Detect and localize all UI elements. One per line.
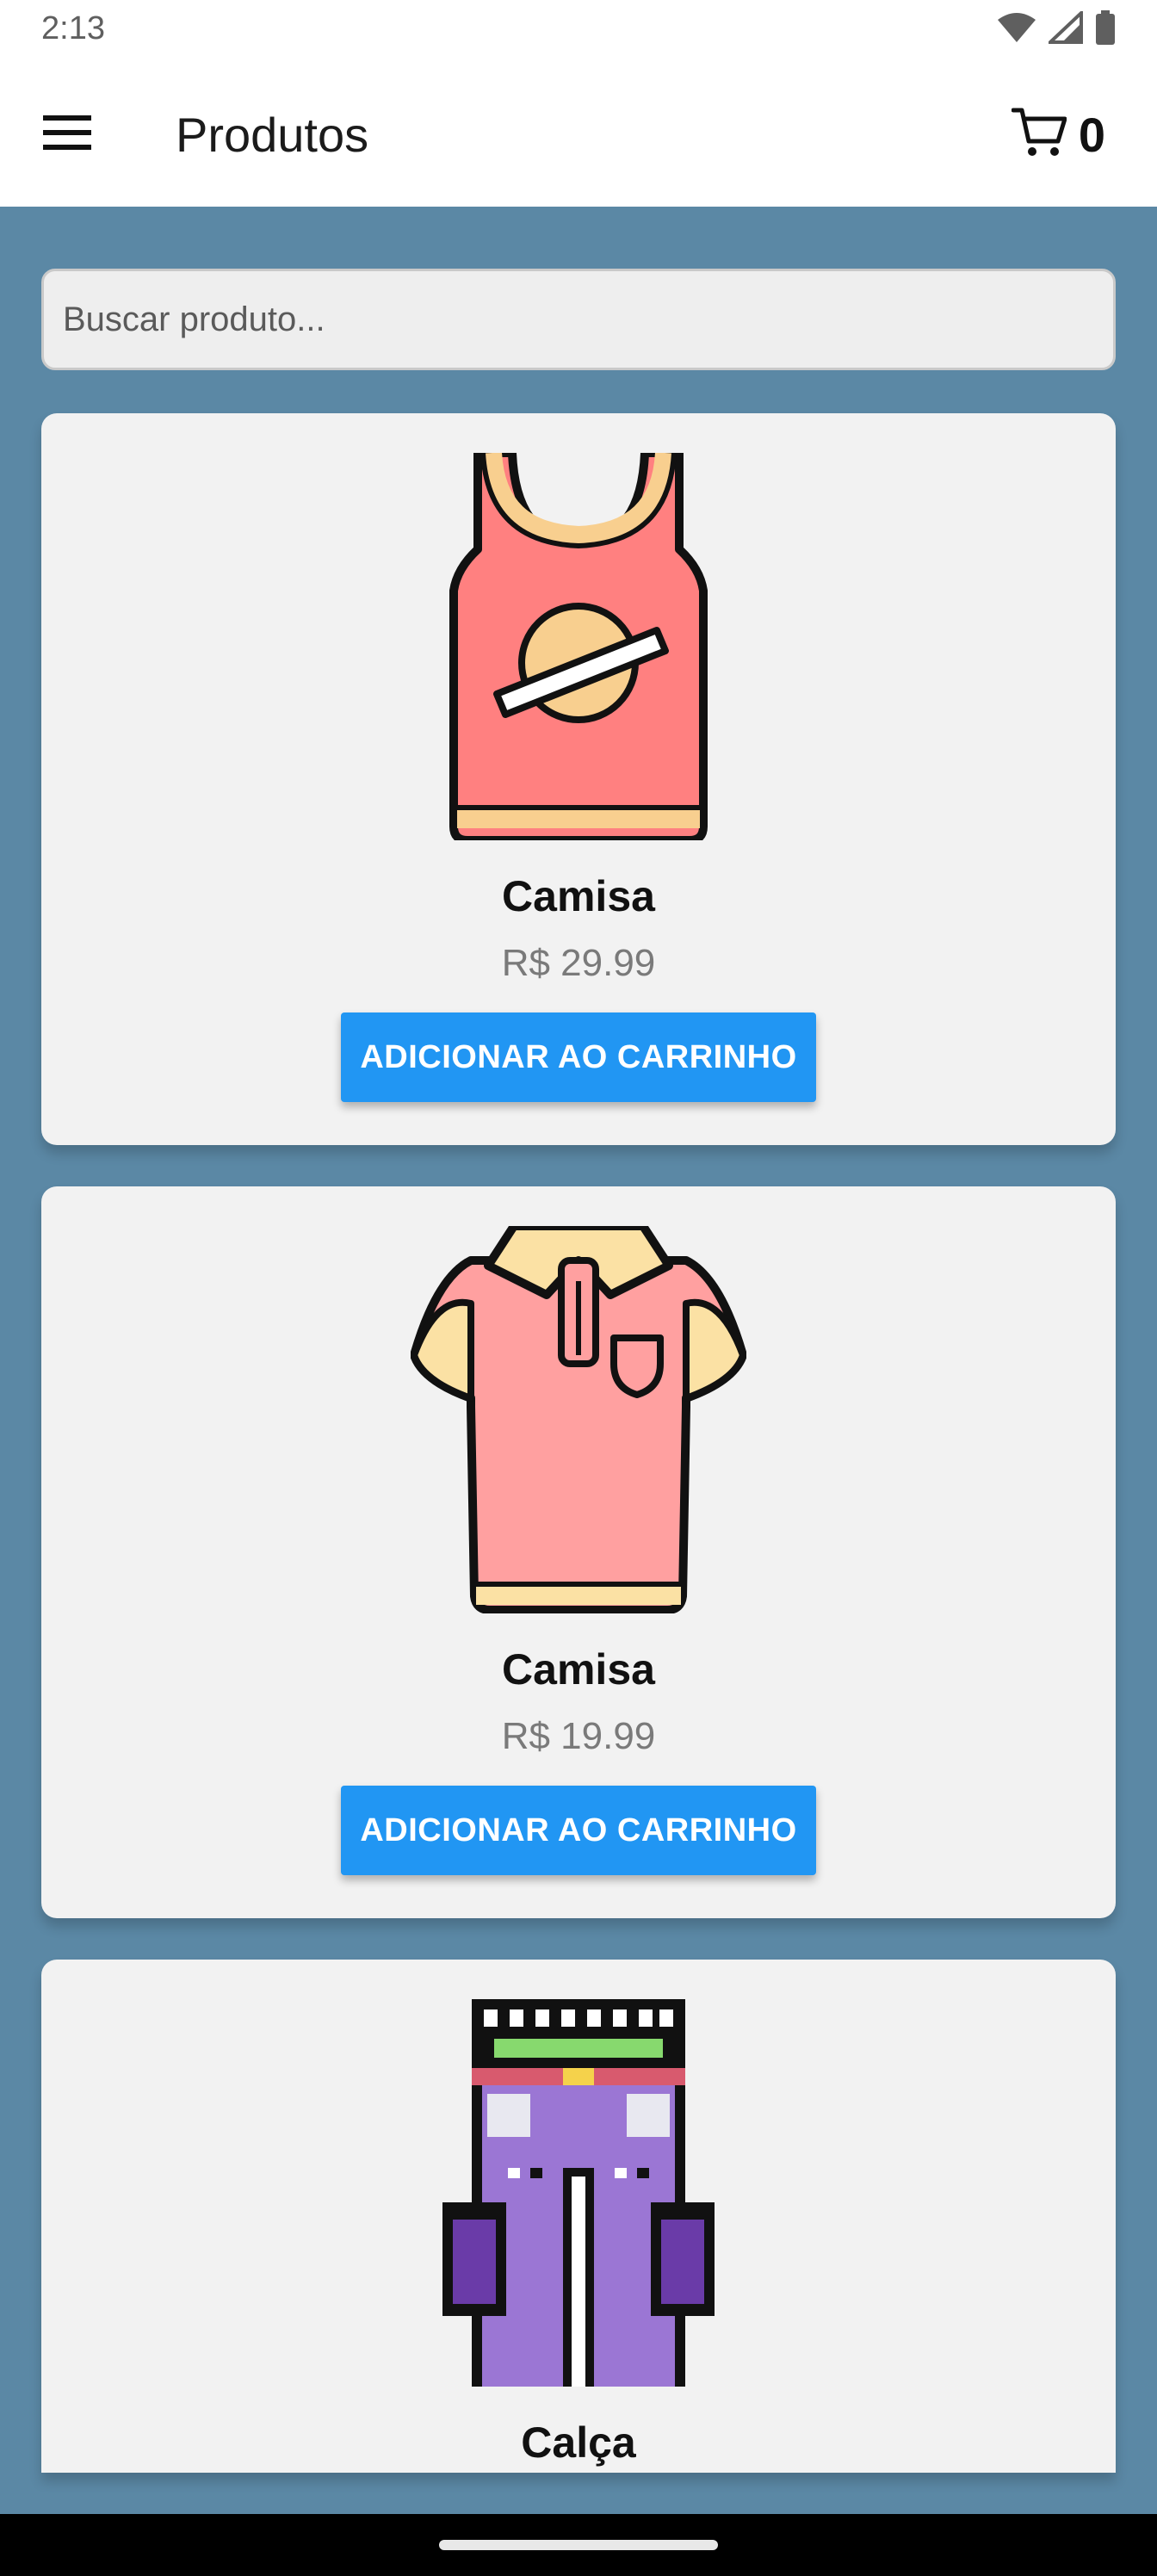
status-icons bbox=[997, 8, 1116, 49]
menu-button[interactable] bbox=[31, 103, 103, 165]
cart-count: 0 bbox=[1078, 107, 1105, 162]
cart-button[interactable]: 0 bbox=[1011, 100, 1105, 169]
app-bar: Produtos 0 bbox=[0, 62, 1157, 207]
system-navigation-bar bbox=[0, 2514, 1157, 2576]
battery-icon bbox=[1095, 9, 1116, 49]
shopping-cart-icon bbox=[1011, 107, 1067, 163]
product-price: R$ 19.99 bbox=[501, 1715, 656, 1757]
tank-top-icon bbox=[445, 448, 712, 845]
add-to-cart-button[interactable]: ADICIONAR AO CARRINHO bbox=[341, 1786, 816, 1875]
status-bar: 2:13 bbox=[0, 0, 1157, 62]
wifi-icon bbox=[997, 11, 1036, 48]
product-image bbox=[41, 1998, 1116, 2391]
product-name: Camisa bbox=[502, 1645, 655, 1694]
product-card: Camisa R$ 29.99 ADICIONAR AO CARRINHO bbox=[41, 413, 1116, 1145]
pants-icon bbox=[442, 1998, 715, 2391]
product-card: Calça bbox=[41, 1960, 1116, 2473]
product-image bbox=[41, 448, 1116, 845]
add-to-cart-button[interactable]: ADICIONAR AO CARRINHO bbox=[341, 1012, 816, 1102]
product-card: Camisa R$ 19.99 ADICIONAR AO CARRINHO bbox=[41, 1186, 1116, 1918]
signal-icon bbox=[1045, 8, 1083, 48]
hamburger-menu-icon bbox=[43, 115, 91, 154]
page-title: Produtos bbox=[176, 108, 369, 162]
product-image bbox=[41, 1221, 1116, 1618]
product-name: Calça bbox=[521, 2418, 636, 2467]
product-name: Camisa bbox=[502, 872, 655, 920]
home-indicator[interactable] bbox=[439, 2540, 718, 2550]
search-input[interactable] bbox=[41, 269, 1116, 370]
product-price: R$ 29.99 bbox=[501, 942, 656, 984]
status-time: 2:13 bbox=[41, 10, 105, 46]
polo-shirt-icon bbox=[410, 1221, 747, 1618]
